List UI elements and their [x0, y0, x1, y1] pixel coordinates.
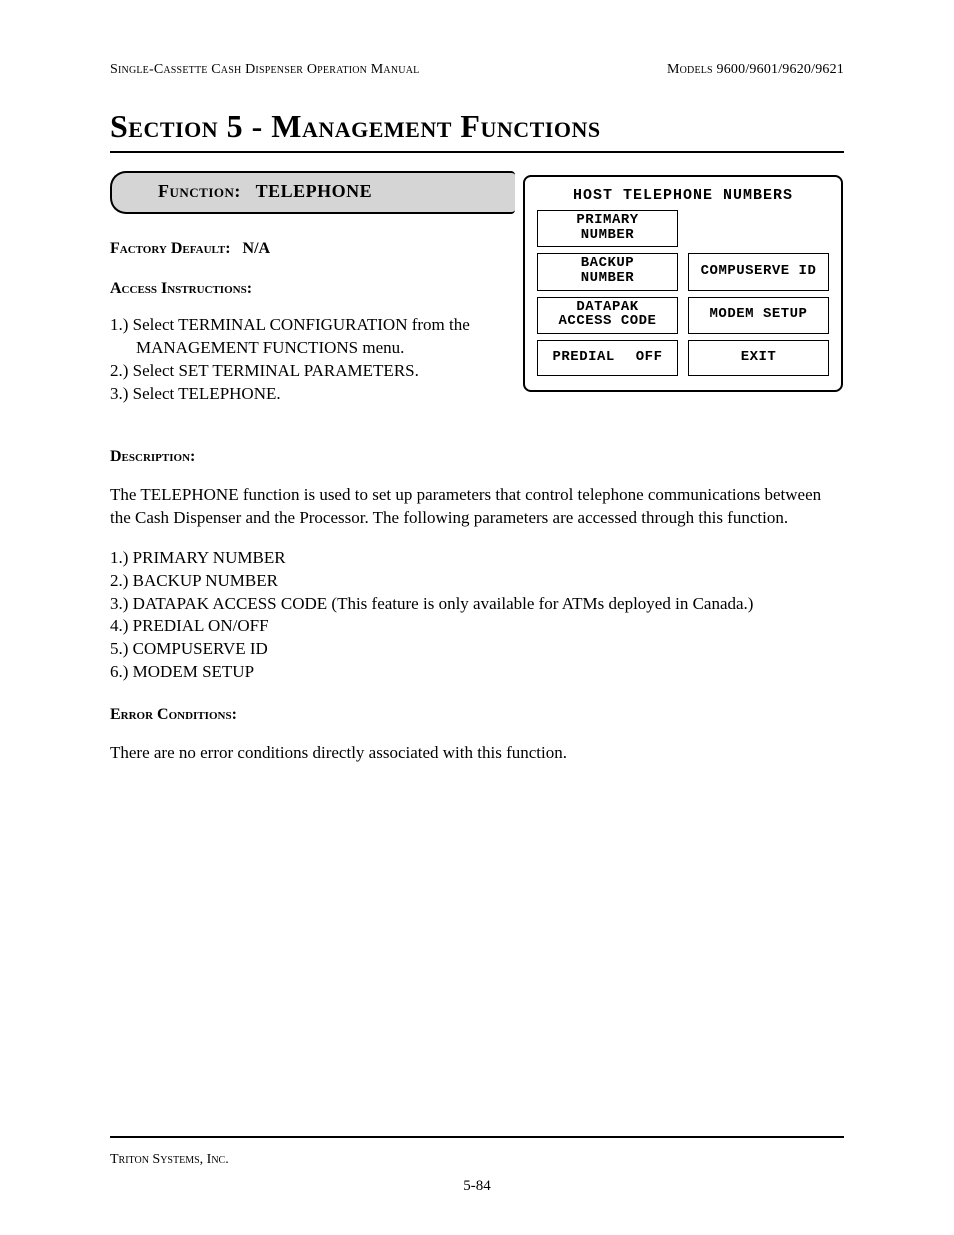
- description-label: Description:: [110, 448, 844, 466]
- error-conditions-text: There are no error conditions directly a…: [110, 742, 844, 765]
- factory-default: Factory Default: N/A: [110, 240, 515, 258]
- left-column: Function: TELEPHONE Factory Default: N/A…: [110, 171, 515, 406]
- access-instructions-label: Access Instructions:: [110, 280, 515, 298]
- function-label: Function:: [158, 181, 241, 201]
- page-header: Single-Cassette Cash Dispenser Operation…: [110, 62, 844, 78]
- empty-cell: [688, 210, 829, 247]
- factory-default-label: Factory Default:: [110, 240, 231, 257]
- predial-toggle-button[interactable]: PREDIAL OFF: [537, 340, 678, 376]
- page-footer: Triton Systems, Inc. 5-84: [110, 1136, 844, 1195]
- screen-button-grid: PRIMARY NUMBER BACKUP NUMBER COMPUSERVE …: [537, 210, 829, 376]
- primary-number-button[interactable]: PRIMARY NUMBER: [537, 210, 678, 247]
- desc-item-3: 3.) DATAPAK ACCESS CODE (This feature is…: [110, 593, 844, 616]
- desc-item-5: 5.) COMPUSERVE ID: [110, 638, 844, 661]
- modem-setup-button[interactable]: MODEM SETUP: [688, 297, 829, 334]
- access-item-3: 3.) Select TELEPHONE.: [110, 383, 515, 406]
- access-instructions-list: 1.) Select TERMINAL CONFIGURATION from t…: [110, 314, 515, 406]
- footer-company: Triton Systems, Inc.: [110, 1152, 844, 1168]
- access-item-2: 2.) Select SET TERMINAL PARAMETERS.: [110, 360, 515, 383]
- function-bar: Function: TELEPHONE: [110, 171, 515, 214]
- footer-page-number: 5-84: [110, 1178, 844, 1195]
- screen-panel: HOST TELEPHONE NUMBERS PRIMARY NUMBER BA…: [523, 175, 843, 392]
- header-left: Single-Cassette Cash Dispenser Operation…: [110, 62, 419, 78]
- desc-item-6: 6.) MODEM SETUP: [110, 661, 844, 684]
- access-item-1: 1.) Select TERMINAL CONFIGURATION from t…: [110, 314, 515, 337]
- compuserve-id-button[interactable]: COMPUSERVE ID: [688, 253, 829, 290]
- desc-item-2: 2.) BACKUP NUMBER: [110, 570, 844, 593]
- description-paragraph: The TELEPHONE function is used to set up…: [110, 484, 844, 530]
- factory-default-value: N/A: [243, 240, 271, 257]
- screen-title: HOST TELEPHONE NUMBERS: [537, 187, 829, 204]
- header-right: Models 9600/9601/9620/9621: [667, 62, 844, 78]
- desc-item-4: 4.) PREDIAL ON/OFF: [110, 615, 844, 638]
- footer-rule: [110, 1136, 844, 1138]
- datapak-access-code-button[interactable]: DATAPAK ACCESS CODE: [537, 297, 678, 334]
- top-block: Function: TELEPHONE Factory Default: N/A…: [110, 171, 844, 406]
- description-list: 1.) PRIMARY NUMBER 2.) BACKUP NUMBER 3.)…: [110, 547, 844, 685]
- error-conditions-label: Error Conditions:: [110, 706, 844, 724]
- title-rule: [110, 151, 844, 153]
- access-item-1b: MANAGEMENT FUNCTIONS menu.: [110, 337, 515, 360]
- function-value: TELEPHONE: [256, 181, 373, 201]
- section-title: Section 5 - Management Functions: [110, 108, 844, 145]
- backup-number-button[interactable]: BACKUP NUMBER: [537, 253, 678, 290]
- page: Single-Cassette Cash Dispenser Operation…: [0, 0, 954, 1235]
- desc-item-1: 1.) PRIMARY NUMBER: [110, 547, 844, 570]
- exit-button[interactable]: EXIT: [688, 340, 829, 376]
